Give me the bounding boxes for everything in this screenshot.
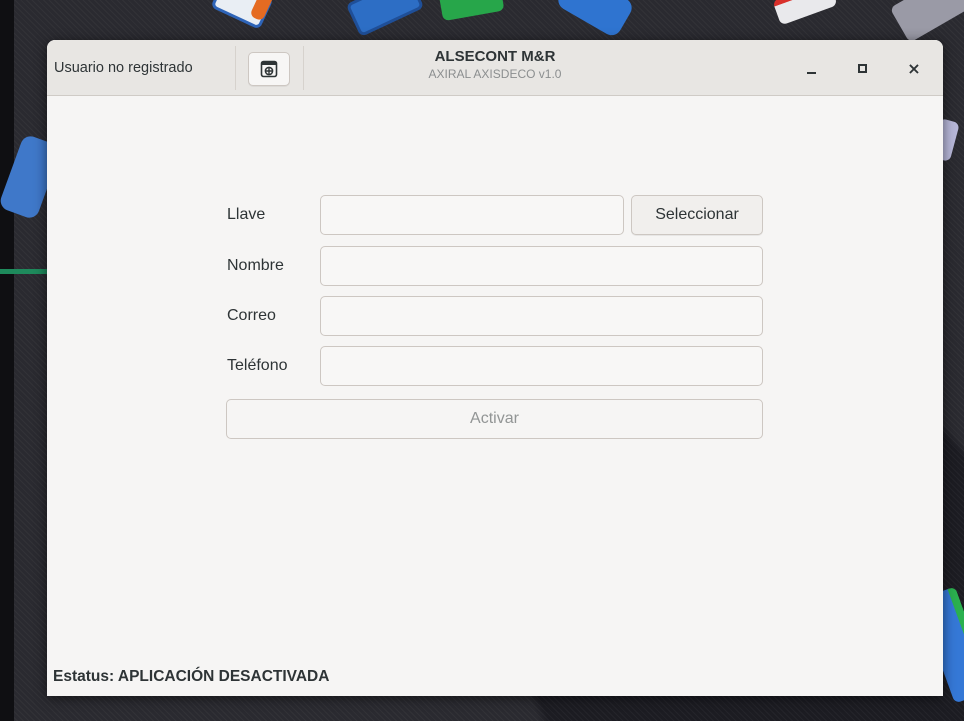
desktop-edge xyxy=(0,0,14,721)
maximize-button[interactable] xyxy=(848,54,876,82)
desktop-app-icon xyxy=(772,0,838,26)
maximize-icon xyxy=(857,63,867,73)
header-separator xyxy=(235,46,236,90)
llave-label: Llave xyxy=(227,206,266,223)
telefono-label: Teléfono xyxy=(227,357,288,374)
app-menu-icon xyxy=(260,60,278,78)
llave-input[interactable] xyxy=(320,195,624,235)
status-bar-text: Estatus: APLICACIÓN DESACTIVADA xyxy=(53,668,330,685)
close-button[interactable]: × xyxy=(900,54,928,82)
app-window: Usuario no registrado ALSECONT M&R AXIRA… xyxy=(47,40,943,696)
correo-input[interactable] xyxy=(320,296,763,336)
header-separator xyxy=(303,46,304,90)
desktop-app-icon xyxy=(437,0,505,22)
correo-label: Correo xyxy=(227,307,276,324)
close-icon: × xyxy=(907,58,921,78)
nombre-input[interactable] xyxy=(320,246,763,286)
desktop-app-icon xyxy=(889,0,964,43)
activar-button[interactable]: Activar xyxy=(226,399,763,439)
header-bar: Usuario no registrado ALSECONT M&R AXIRA… xyxy=(47,40,943,96)
nombre-label: Nombre xyxy=(227,257,284,274)
seleccionar-button[interactable]: Seleccionar xyxy=(631,195,763,235)
desktop-app-icon xyxy=(345,0,425,38)
minimize-button[interactable] xyxy=(797,54,825,82)
user-status-label: Usuario no registrado xyxy=(54,59,193,76)
minimize-icon xyxy=(806,71,816,74)
telefono-input[interactable] xyxy=(320,346,763,386)
app-menu-button[interactable] xyxy=(248,52,290,86)
desktop-app-icon xyxy=(554,0,636,39)
